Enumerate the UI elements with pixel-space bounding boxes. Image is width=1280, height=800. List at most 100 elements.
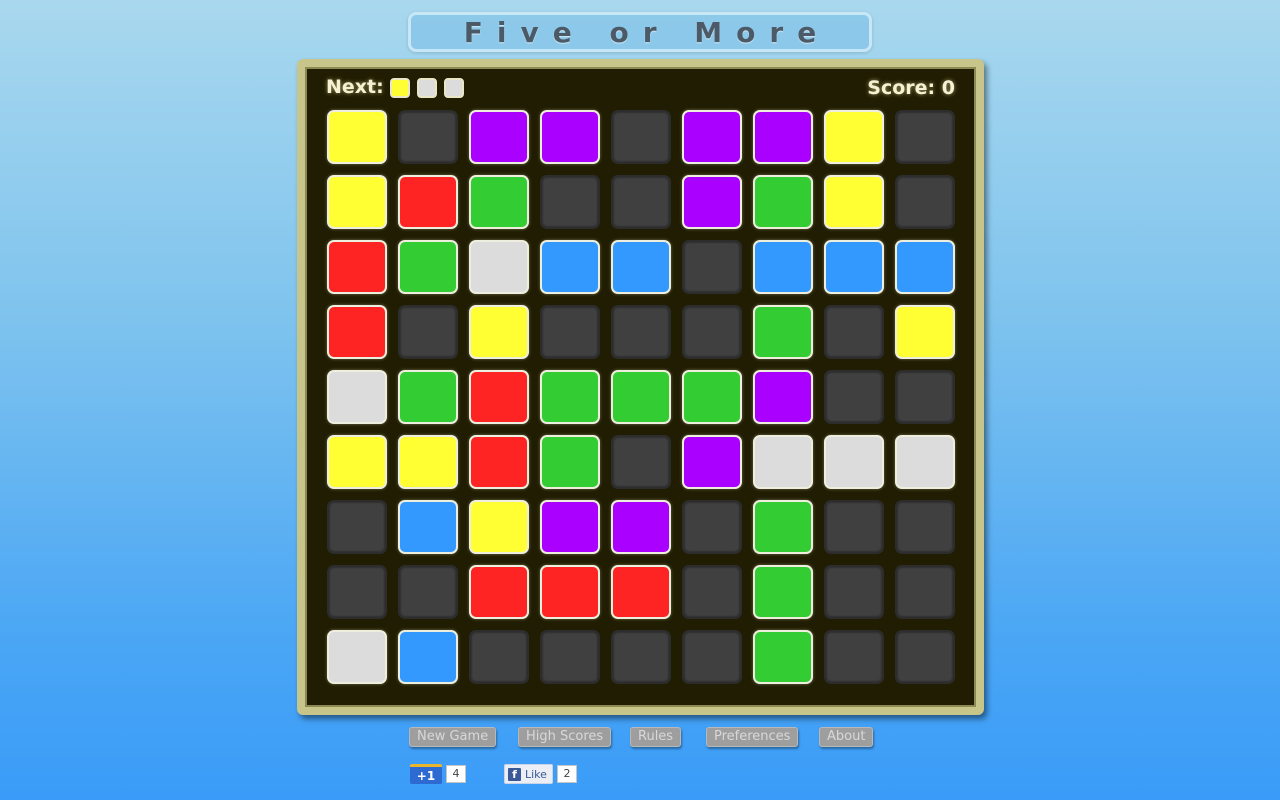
gplus-button[interactable]: +1 <box>410 764 442 784</box>
empty-cell[interactable] <box>895 175 955 229</box>
ball-purple[interactable] <box>682 175 742 229</box>
ball-green[interactable] <box>540 435 600 489</box>
empty-cell[interactable] <box>682 630 742 684</box>
ball-green[interactable] <box>611 370 671 424</box>
empty-cell[interactable] <box>824 500 884 554</box>
title-banner: Five or More <box>408 12 872 52</box>
empty-cell[interactable] <box>824 370 884 424</box>
empty-cell[interactable] <box>824 630 884 684</box>
empty-cell[interactable] <box>682 305 742 359</box>
empty-cell[interactable] <box>824 305 884 359</box>
high-scores-button[interactable]: High Scores <box>518 727 612 747</box>
empty-cell[interactable] <box>895 370 955 424</box>
empty-cell[interactable] <box>824 565 884 619</box>
ball-red[interactable] <box>611 565 671 619</box>
score-display: Score: 0 <box>867 77 955 99</box>
ball-white[interactable] <box>469 240 529 294</box>
ball-purple[interactable] <box>682 110 742 164</box>
ball-red[interactable] <box>540 565 600 619</box>
empty-cell[interactable] <box>682 500 742 554</box>
new-game-button[interactable]: New Game <box>409 727 497 747</box>
ball-green[interactable] <box>753 305 813 359</box>
empty-cell[interactable] <box>611 630 671 684</box>
next-ball-3 <box>444 78 464 98</box>
ball-yellow[interactable] <box>469 305 529 359</box>
ball-purple[interactable] <box>611 500 671 554</box>
ball-blue[interactable] <box>753 240 813 294</box>
about-button[interactable]: About <box>819 727 874 747</box>
empty-cell[interactable] <box>611 175 671 229</box>
ball-red[interactable] <box>327 240 387 294</box>
rules-button[interactable]: Rules <box>630 727 682 747</box>
fb-like-button[interactable]: f Like <box>504 764 553 784</box>
next-ball-1 <box>390 78 410 98</box>
ball-red[interactable] <box>469 565 529 619</box>
ball-yellow[interactable] <box>327 435 387 489</box>
ball-green[interactable] <box>398 370 458 424</box>
ball-green[interactable] <box>753 175 813 229</box>
ball-green[interactable] <box>540 370 600 424</box>
ball-white[interactable] <box>753 435 813 489</box>
next-label: Next: <box>326 76 384 98</box>
empty-cell[interactable] <box>398 110 458 164</box>
ball-purple[interactable] <box>753 110 813 164</box>
preferences-button[interactable]: Preferences <box>706 727 799 747</box>
gplus-count: 4 <box>446 765 466 783</box>
empty-cell[interactable] <box>469 630 529 684</box>
ball-white[interactable] <box>327 370 387 424</box>
empty-cell[interactable] <box>327 500 387 554</box>
ball-yellow[interactable] <box>398 435 458 489</box>
fb-like-count: 2 <box>556 765 577 783</box>
ball-purple[interactable] <box>540 500 600 554</box>
ball-purple[interactable] <box>753 370 813 424</box>
ball-yellow[interactable] <box>327 110 387 164</box>
fb-like-widget: f Like 2 <box>504 764 577 784</box>
ball-blue[interactable] <box>398 500 458 554</box>
empty-cell[interactable] <box>398 565 458 619</box>
ball-blue[interactable] <box>895 240 955 294</box>
ball-red[interactable] <box>398 175 458 229</box>
ball-purple[interactable] <box>682 435 742 489</box>
ball-yellow[interactable] <box>895 305 955 359</box>
ball-yellow[interactable] <box>469 500 529 554</box>
ball-yellow[interactable] <box>824 175 884 229</box>
empty-cell[interactable] <box>895 500 955 554</box>
ball-yellow[interactable] <box>327 175 387 229</box>
empty-cell[interactable] <box>895 110 955 164</box>
gplus-widget: +1 4 <box>410 764 466 784</box>
fb-like-label: Like <box>525 767 547 781</box>
ball-purple[interactable] <box>469 110 529 164</box>
ball-blue[interactable] <box>398 630 458 684</box>
ball-green[interactable] <box>753 630 813 684</box>
ball-blue[interactable] <box>824 240 884 294</box>
empty-cell[interactable] <box>540 175 600 229</box>
ball-red[interactable] <box>327 305 387 359</box>
ball-green[interactable] <box>398 240 458 294</box>
ball-green[interactable] <box>753 565 813 619</box>
ball-green[interactable] <box>682 370 742 424</box>
ball-green[interactable] <box>469 175 529 229</box>
empty-cell[interactable] <box>682 240 742 294</box>
empty-cell[interactable] <box>611 110 671 164</box>
ball-white[interactable] <box>824 435 884 489</box>
facebook-icon: f <box>508 767 521 781</box>
ball-white[interactable] <box>895 435 955 489</box>
empty-cell[interactable] <box>611 305 671 359</box>
empty-cell[interactable] <box>611 435 671 489</box>
empty-cell[interactable] <box>540 630 600 684</box>
ball-blue[interactable] <box>611 240 671 294</box>
ball-green[interactable] <box>753 500 813 554</box>
ball-red[interactable] <box>469 435 529 489</box>
ball-yellow[interactable] <box>824 110 884 164</box>
empty-cell[interactable] <box>327 565 387 619</box>
game-title: Five or More <box>463 15 831 49</box>
ball-blue[interactable] <box>540 240 600 294</box>
empty-cell[interactable] <box>682 565 742 619</box>
empty-cell[interactable] <box>540 305 600 359</box>
ball-purple[interactable] <box>540 110 600 164</box>
empty-cell[interactable] <box>398 305 458 359</box>
empty-cell[interactable] <box>895 630 955 684</box>
empty-cell[interactable] <box>895 565 955 619</box>
ball-white[interactable] <box>327 630 387 684</box>
ball-red[interactable] <box>469 370 529 424</box>
